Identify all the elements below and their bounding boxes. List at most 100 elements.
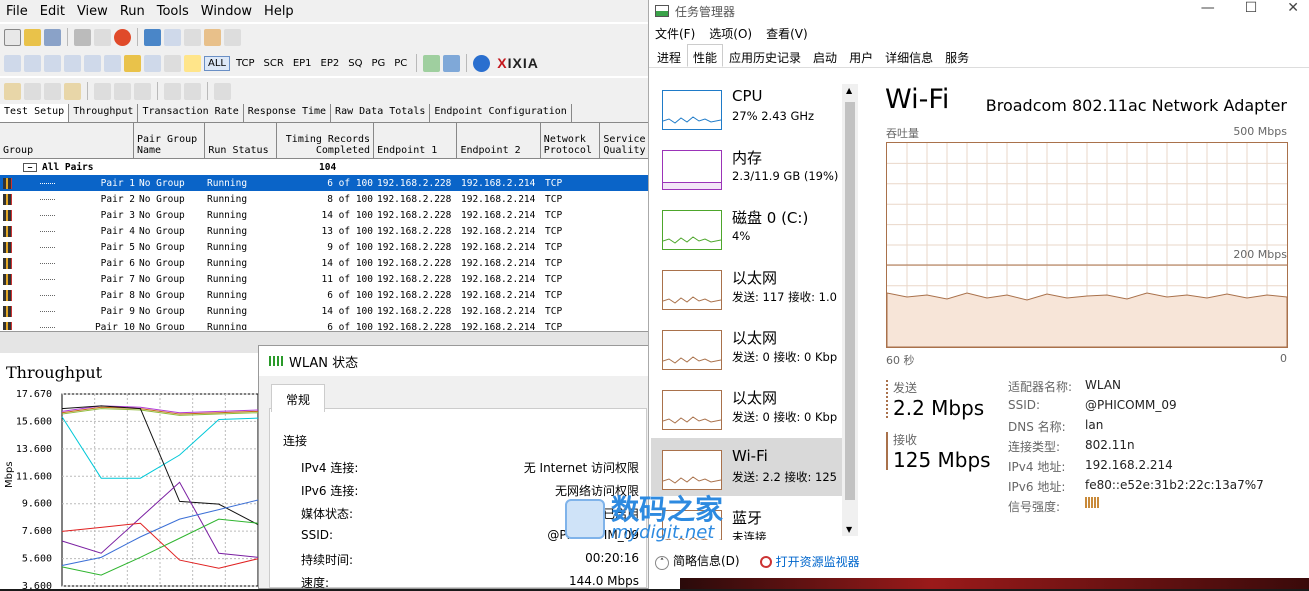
- print-icon[interactable]: [74, 28, 91, 46]
- collapse-icon[interactable]: −: [23, 162, 37, 172]
- scroll-up-icon[interactable]: ▲: [846, 86, 852, 95]
- export-icon[interactable]: [423, 54, 441, 72]
- tool-icon-4[interactable]: [64, 82, 81, 100]
- all-pairs-row[interactable]: − All Pairs 104: [0, 159, 650, 175]
- menu-view[interactable]: View: [71, 4, 114, 19]
- tm-menu-options[interactable]: 选项(O): [709, 25, 752, 42]
- save-icon[interactable]: [44, 28, 61, 46]
- col-run-status[interactable]: Run Status: [205, 123, 277, 158]
- open-resource-monitor-link[interactable]: 打开资源监视器: [759, 553, 860, 570]
- sidebar-scrollbar[interactable]: ▲ ▼: [842, 84, 858, 536]
- minimize-icon[interactable]: —: [1201, 0, 1215, 16]
- tab-services[interactable]: 服务: [939, 44, 975, 67]
- tool-icon-3[interactable]: [44, 82, 61, 100]
- tab-general[interactable]: 常规: [271, 384, 326, 412]
- copy-icon[interactable]: [184, 28, 201, 46]
- replicate-icon[interactable]: [84, 54, 101, 72]
- filter-ep1-button[interactable]: EP1: [290, 57, 315, 70]
- table-row[interactable]: Pair 10 No Group Running 6 of 100 192.168.2.…: [0, 319, 650, 330]
- menu-edit[interactable]: Edit: [34, 4, 71, 19]
- run-icon[interactable]: [94, 28, 111, 46]
- new-file-icon[interactable]: [4, 28, 21, 46]
- open-folder-icon[interactable]: [24, 28, 41, 46]
- info-icon[interactable]: [473, 54, 491, 72]
- col-endpoint2[interactable]: Endpoint 2: [457, 123, 541, 158]
- col-pair-group-name[interactable]: Pair Group Name: [134, 123, 206, 158]
- table-row[interactable]: Pair 4 No Group Running 13 of 100 192.168.2.…: [0, 223, 650, 239]
- sidebar-item[interactable]: 以太网 发送: 0 接收: 0 Kbp: [651, 318, 845, 376]
- tab-details[interactable]: 详细信息: [879, 44, 939, 67]
- filter-pc-button[interactable]: PC: [391, 57, 410, 70]
- paste-icon[interactable]: [204, 28, 221, 46]
- tab-processes[interactable]: 进程: [651, 44, 687, 67]
- tool-icon-10[interactable]: [214, 82, 231, 100]
- maximize-icon[interactable]: ☐: [1245, 0, 1258, 16]
- sidebar-item[interactable]: 磁盘 0 (C:) 4%: [651, 198, 845, 256]
- tab-throughput[interactable]: Throughput: [69, 104, 139, 122]
- table-row[interactable]: Pair 9 No Group Running 14 of 100 192.168.2.…: [0, 303, 650, 319]
- pair-add-icon[interactable]: [4, 54, 21, 72]
- tool-icon-6[interactable]: [114, 82, 131, 100]
- tab-endpoint-configuration[interactable]: Endpoint Configuration: [430, 104, 572, 122]
- tab-response-time[interactable]: Response Time: [244, 104, 332, 122]
- options-icon[interactable]: [144, 54, 161, 72]
- col-timing-records[interactable]: Timing Records Completed: [277, 123, 375, 158]
- col-endpoint1[interactable]: Endpoint 1: [374, 123, 458, 158]
- stop-icon[interactable]: [114, 28, 131, 46]
- tool-icon-5[interactable]: [94, 82, 111, 100]
- tab-test-setup[interactable]: Test Setup: [0, 104, 70, 122]
- tab-startup[interactable]: 启动: [807, 44, 843, 67]
- tool-icon-9[interactable]: [184, 82, 201, 100]
- menu-run[interactable]: Run: [114, 4, 151, 19]
- sidebar-item[interactable]: CPU 27% 2.43 GHz: [651, 78, 845, 136]
- cut-icon[interactable]: [164, 28, 181, 46]
- tm-menu-view[interactable]: 查看(V): [766, 25, 808, 42]
- rename-icon[interactable]: [104, 54, 121, 72]
- tab-app-history[interactable]: 应用历史记录: [723, 44, 807, 67]
- tab-raw-data-totals[interactable]: Raw Data Totals: [331, 104, 431, 122]
- report-icon[interactable]: [443, 54, 461, 72]
- close-icon[interactable]: ✕: [1287, 0, 1299, 16]
- bulb-icon[interactable]: [184, 54, 201, 72]
- menu-file[interactable]: File: [0, 4, 34, 19]
- tab-transaction-rate[interactable]: Transaction Rate: [138, 104, 244, 122]
- tool-icon-2[interactable]: [24, 82, 41, 100]
- menu-window[interactable]: Window: [195, 4, 258, 19]
- table-row[interactable]: Pair 5 No Group Running 9 of 100 192.168.2.2…: [0, 239, 650, 255]
- menu-help[interactable]: Help: [258, 4, 300, 19]
- multicast-add-icon[interactable]: [24, 54, 41, 72]
- tab-users[interactable]: 用户: [843, 44, 879, 67]
- script-icon[interactable]: [124, 54, 141, 72]
- sidebar-item[interactable]: 以太网 发送: 0 接收: 0 Kbp: [651, 378, 845, 436]
- filter-sq-button[interactable]: SQ: [345, 57, 365, 70]
- sidebar-item[interactable]: 以太网 发送: 117 接收: 1.0: [651, 258, 845, 316]
- table-row[interactable]: Pair 3 No Group Running 14 of 100 192.168.2.…: [0, 207, 650, 223]
- menu-tools[interactable]: Tools: [151, 4, 195, 19]
- table-row[interactable]: Pair 8 No Group Running 6 of 100 192.168.2.2…: [0, 287, 650, 303]
- sidebar-item[interactable]: 内存 2.3/11.9 GB (19%): [651, 138, 845, 196]
- tab-performance[interactable]: 性能: [687, 44, 724, 67]
- col-service-quality[interactable]: Service Quality: [600, 123, 650, 158]
- scroll-down-icon[interactable]: ▼: [846, 525, 852, 534]
- filter-icon[interactable]: [164, 54, 181, 72]
- table-row[interactable]: Pair 1 No Group Running 6 of 100 192.168.2.2…: [0, 175, 650, 191]
- table-row[interactable]: Pair 7 No Group Running 11 of 100 192.168.2.…: [0, 271, 650, 287]
- filter-pg-button[interactable]: PG: [368, 57, 388, 70]
- sidebar-item[interactable]: Wi-Fi 发送: 2.2 接收: 125: [651, 438, 845, 496]
- tool-icon-8[interactable]: [164, 82, 181, 100]
- col-network-protocol[interactable]: Network Protocol: [541, 123, 601, 158]
- sidebar-scroll-thumb[interactable]: [845, 102, 855, 500]
- edit-pair-icon[interactable]: [44, 54, 61, 72]
- sidebar-item[interactable]: 蓝牙 未连接: [651, 498, 845, 540]
- table-row[interactable]: Pair 6 No Group Running 14 of 100 192.168.2.…: [0, 255, 650, 271]
- refresh-icon[interactable]: [144, 28, 161, 46]
- filter-all-button[interactable]: ALL: [204, 55, 230, 71]
- delete-icon[interactable]: [224, 28, 241, 46]
- col-group[interactable]: Group: [0, 123, 134, 158]
- tm-menu-file[interactable]: 文件(F): [655, 25, 695, 42]
- brief-info-button[interactable]: ˄ 简略信息(D): [655, 552, 740, 570]
- filter-scr-button[interactable]: SCR: [261, 57, 287, 70]
- table-row[interactable]: Pair 2 No Group Running 8 of 100 192.168.2.2…: [0, 191, 650, 207]
- filter-ep2-button[interactable]: EP2: [318, 57, 343, 70]
- group-icon[interactable]: [64, 54, 81, 72]
